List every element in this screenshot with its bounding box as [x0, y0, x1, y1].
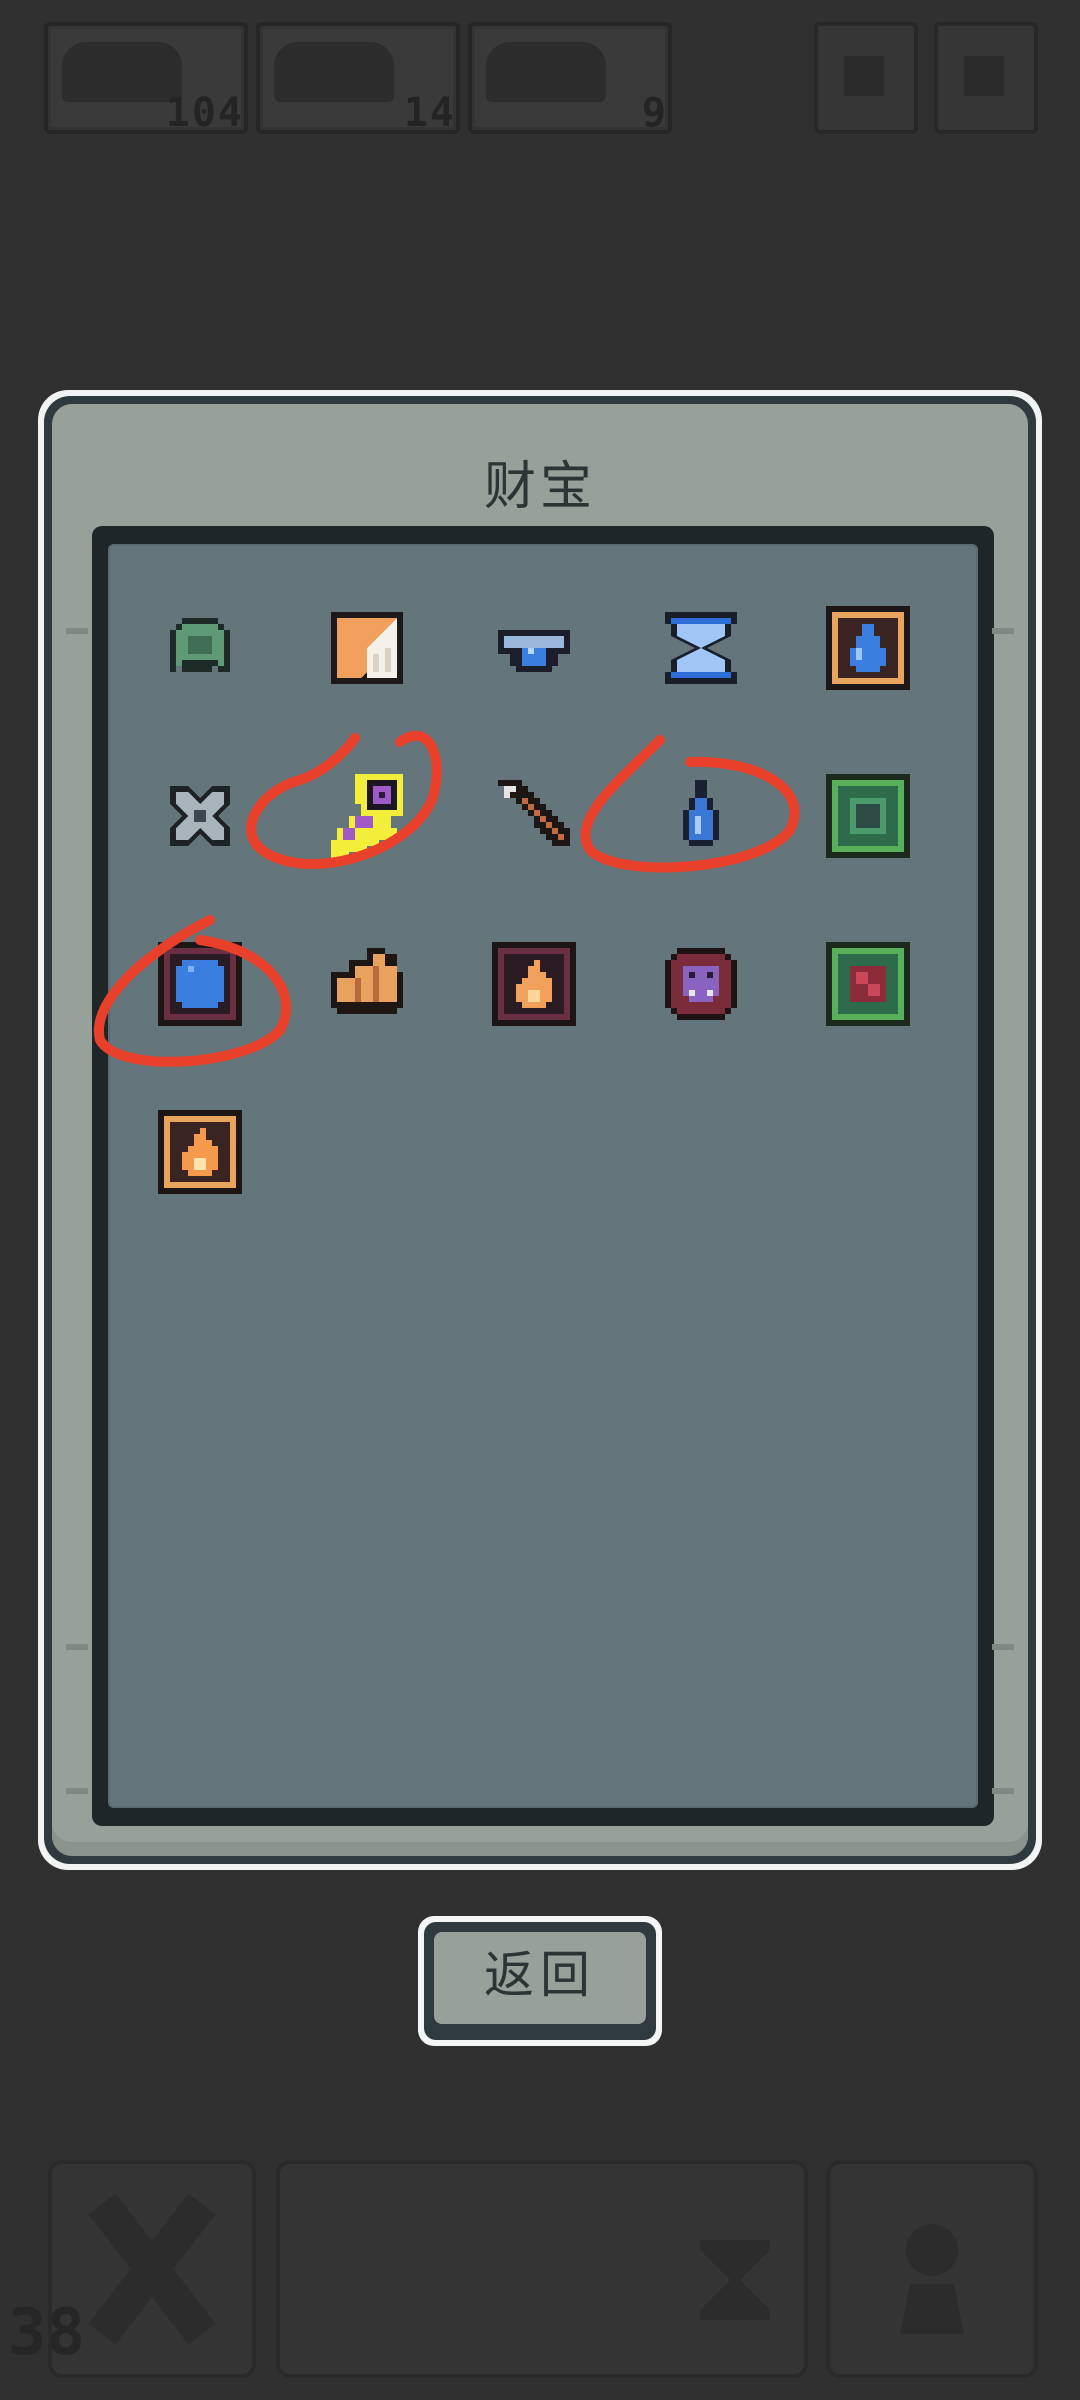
beast-portrait-icon — [274, 42, 394, 102]
hourglass-icon — [700, 2240, 770, 2320]
hourglass-icon[interactable] — [653, 600, 749, 696]
rivet — [66, 1644, 88, 1650]
resource-count: 14 — [403, 90, 456, 136]
back-button[interactable]: 返回 — [418, 1916, 662, 2046]
settings-icon — [964, 56, 1004, 96]
purple-key-icon[interactable] — [319, 768, 415, 864]
pawn-icon — [900, 2224, 964, 2334]
crab-portrait-icon — [486, 42, 606, 102]
fire-rune-card-icon[interactable] — [486, 936, 582, 1032]
menu-button[interactable] — [814, 22, 918, 134]
blue-amulet-icon[interactable] — [486, 600, 582, 696]
resource-count: 104 — [165, 90, 244, 136]
resource-beast: 14 — [256, 22, 460, 136]
croissant-icon[interactable] — [319, 936, 415, 1032]
top-hud: 104 14 9 — [44, 22, 1038, 136]
back-button-label: 返回 — [434, 1932, 646, 2024]
resource-creature: 104 — [44, 22, 248, 136]
water-rune-card-icon[interactable] — [820, 600, 916, 696]
green-rune-card-icon[interactable] — [820, 768, 916, 864]
flame-card-icon[interactable] — [152, 1104, 248, 1200]
rivet — [992, 628, 1014, 634]
creature-portrait-icon — [62, 42, 182, 102]
resource-count: 9 — [641, 90, 668, 136]
orange-banner-icon[interactable] — [319, 600, 415, 696]
blue-orb-card-icon[interactable] — [152, 936, 248, 1032]
resource-crab: 9 — [468, 22, 672, 136]
back-button-frame: 返回 — [424, 1922, 656, 2040]
menu-icon — [844, 56, 884, 96]
arrow-icon[interactable] — [486, 768, 582, 864]
rivet — [992, 1788, 1014, 1794]
rivet — [66, 1788, 88, 1794]
turn-slot[interactable] — [276, 2160, 808, 2378]
red-rune-card-icon[interactable] — [820, 936, 916, 1032]
panel-title: 财宝 — [483, 457, 596, 517]
level-number: 38 — [8, 2296, 86, 2370]
water-drop-icon[interactable] — [653, 768, 749, 864]
demon-mask-icon[interactable] — [653, 936, 749, 1032]
settings-button[interactable] — [934, 22, 1038, 134]
green-helmet-icon[interactable] — [152, 600, 248, 696]
rivet — [66, 628, 88, 634]
unit-slot[interactable] — [826, 2160, 1038, 2378]
silver-shuriken-icon[interactable] — [152, 768, 248, 864]
rivet — [992, 1644, 1014, 1650]
